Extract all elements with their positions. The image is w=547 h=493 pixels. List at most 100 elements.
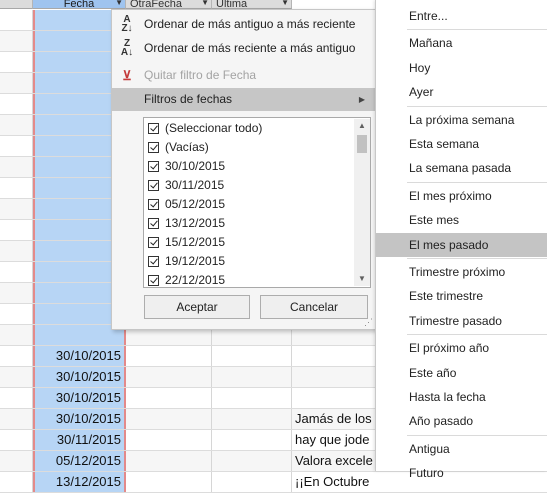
row-cell[interactable]: [0, 157, 33, 177]
row-cell[interactable]: [0, 304, 33, 324]
row-cell[interactable]: [0, 220, 33, 240]
fecha-cell[interactable]: 30/10/2015: [33, 388, 126, 408]
row-cell[interactable]: [0, 262, 33, 282]
row-cell[interactable]: [0, 199, 33, 219]
value-checklist[interactable]: (Seleccionar todo) (Vacías) 30/10/2015 30/1…: [143, 117, 371, 288]
date-filter-option[interactable]: El mes pasado: [376, 232, 547, 257]
fecha-cell[interactable]: 05/12/2015: [33, 451, 126, 471]
otrafecha-cell[interactable]: [126, 451, 212, 471]
checkbox-checked-icon[interactable]: [148, 275, 159, 286]
checkbox-checked-icon[interactable]: [148, 161, 159, 172]
text-cell[interactable]: hay que jode: [292, 430, 382, 450]
ultima-cell[interactable]: [212, 388, 292, 408]
date-filter-option[interactable]: Trimestre próximo: [376, 260, 547, 284]
text-cell[interactable]: Valora excele: [292, 451, 382, 471]
clear-filter-item[interactable]: ⊻ Quitar filtro de Fecha: [112, 64, 375, 87]
sort-descending-item[interactable]: Z A↓ Ordenar de más reciente a más antigu…: [112, 37, 375, 60]
date-filter-option[interactable]: Este trimestre: [376, 284, 547, 308]
date-filter-option[interactable]: El próximo año: [376, 336, 547, 360]
date-filter-option[interactable]: Mañana: [376, 31, 547, 55]
otrafecha-cell[interactable]: [126, 367, 212, 387]
checklist-item[interactable]: 15/12/2015: [148, 233, 225, 252]
date-filter-option[interactable]: Antigua: [376, 437, 547, 461]
checklist-item[interactable]: 30/10/2015: [148, 157, 225, 176]
otrafecha-cell[interactable]: [126, 388, 212, 408]
fecha-cell[interactable]: 30/10/2015: [33, 367, 126, 387]
date-filter-option[interactable]: Trimestre pasado: [376, 309, 547, 333]
row-cell[interactable]: [0, 31, 33, 51]
date-filter-option[interactable]: Entre...: [376, 4, 547, 28]
filter-dropdown-icon[interactable]: ▼: [281, 0, 289, 7]
checklist-item[interactable]: 13/12/2015: [148, 214, 225, 233]
checklist-item[interactable]: 19/12/2015: [148, 252, 225, 271]
date-filter-option[interactable]: La próxima semana: [376, 108, 547, 132]
ultima-cell[interactable]: [212, 409, 292, 429]
column-header-fecha[interactable]: Fecha ▼: [33, 0, 126, 9]
text-cell[interactable]: Jamás de los: [292, 409, 382, 429]
otrafecha-cell[interactable]: [126, 346, 212, 366]
date-filter-option[interactable]: Este año: [376, 361, 547, 385]
filter-dropdown-icon[interactable]: ▼: [201, 0, 209, 7]
checklist-item[interactable]: (Vacías): [148, 138, 209, 157]
row-cell[interactable]: [0, 73, 33, 93]
column-header-ultima[interactable]: Última ▼: [212, 0, 292, 9]
row-cell[interactable]: [0, 241, 33, 261]
checkbox-checked-icon[interactable]: [148, 256, 159, 267]
row-cell[interactable]: [0, 388, 33, 408]
fecha-cell[interactable]: 13/12/2015: [33, 472, 126, 492]
filter-dropdown-icon[interactable]: ▼: [115, 0, 123, 7]
fecha-cell[interactable]: 30/10/2015: [33, 346, 126, 366]
accept-button[interactable]: Aceptar: [144, 295, 250, 319]
row-cell[interactable]: [0, 325, 33, 345]
checklist-item[interactable]: 05/12/2015: [148, 195, 225, 214]
otrafecha-cell[interactable]: [126, 472, 212, 492]
date-filter-option[interactable]: Hoy: [376, 56, 547, 80]
row-cell[interactable]: [0, 367, 33, 387]
ultima-cell[interactable]: [212, 346, 292, 366]
row-cell[interactable]: [0, 136, 33, 156]
date-filter-option[interactable]: Año pasado: [376, 409, 547, 433]
resize-grip-icon[interactable]: ⋰: [364, 317, 373, 328]
scrollbar-thumb[interactable]: [357, 135, 367, 153]
row-cell[interactable]: [0, 409, 33, 429]
checkbox-checked-icon[interactable]: [148, 199, 159, 210]
text-cell[interactable]: [292, 367, 382, 387]
row-cell[interactable]: [0, 115, 33, 135]
row-cell[interactable]: [0, 94, 33, 114]
checklist-item[interactable]: 22/12/2015: [148, 271, 225, 290]
row-cell[interactable]: [0, 451, 33, 471]
text-cell[interactable]: [292, 388, 382, 408]
date-filter-option[interactable]: La semana pasada: [376, 156, 547, 180]
date-filter-option[interactable]: Ayer: [376, 80, 547, 104]
checkbox-checked-icon[interactable]: [148, 237, 159, 248]
cancel-button[interactable]: Cancelar: [260, 295, 368, 319]
ultima-cell[interactable]: [212, 451, 292, 471]
row-cell[interactable]: [0, 10, 33, 30]
ultima-cell[interactable]: [212, 430, 292, 450]
text-cell[interactable]: ¡¡En Octubre: [292, 472, 382, 492]
checkbox-checked-icon[interactable]: [148, 180, 159, 191]
scroll-down-icon[interactable]: ▼: [354, 272, 370, 286]
otrafecha-cell[interactable]: [126, 430, 212, 450]
fecha-cell[interactable]: 30/11/2015: [33, 430, 126, 450]
checklist-item[interactable]: 30/11/2015: [148, 176, 224, 195]
date-filter-option[interactable]: Esta semana: [376, 132, 547, 156]
checklist-scrollbar[interactable]: ▲ ▼: [354, 119, 370, 286]
row-cell[interactable]: [0, 178, 33, 198]
scroll-up-icon[interactable]: ▲: [354, 119, 370, 133]
row-cell[interactable]: [0, 283, 33, 303]
row-cell[interactable]: [0, 346, 33, 366]
checkbox-checked-icon[interactable]: [148, 142, 159, 153]
row-cell[interactable]: [0, 472, 33, 492]
date-filter-option[interactable]: Futuro: [376, 461, 547, 485]
checkbox-checked-icon[interactable]: [148, 218, 159, 229]
ultima-cell[interactable]: [212, 367, 292, 387]
date-filter-option[interactable]: El mes próximo: [376, 184, 547, 208]
ultima-cell[interactable]: [212, 472, 292, 492]
otrafecha-cell[interactable]: [126, 409, 212, 429]
checklist-item[interactable]: (Seleccionar todo): [148, 119, 262, 138]
sort-ascending-item[interactable]: A Z↓ Ordenar de más antiguo a más recient…: [112, 13, 375, 36]
checkbox-checked-icon[interactable]: [148, 123, 159, 134]
date-filters-item[interactable]: Filtros de fechas ▶: [112, 88, 375, 111]
text-cell[interactable]: [292, 346, 382, 366]
